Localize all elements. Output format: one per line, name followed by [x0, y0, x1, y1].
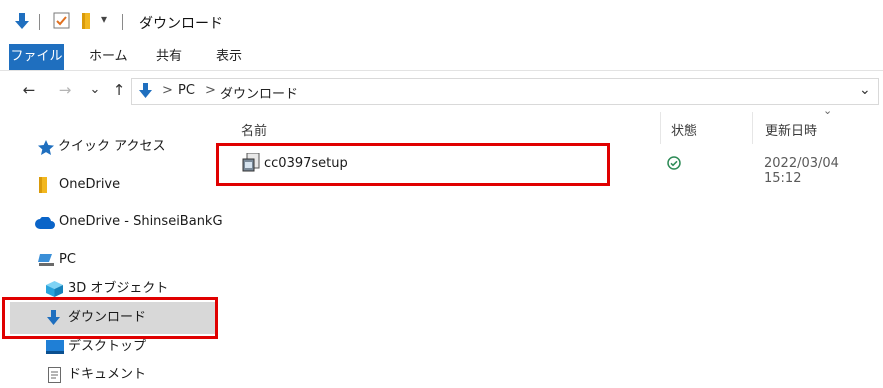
column-header-name[interactable]: 名前: [241, 120, 267, 139]
title-separator: [122, 14, 123, 30]
sidebar-item-label: OneDrive: [59, 177, 121, 192]
status-ok-icon: [667, 156, 681, 170]
breadcrumb-downloads[interactable]: ダウンロード: [220, 83, 298, 102]
properties-check-icon[interactable]: [53, 12, 70, 29]
column-header-status[interactable]: 状態: [671, 120, 697, 139]
column-divider[interactable]: [752, 112, 753, 144]
star-icon: [38, 140, 54, 155]
tab-view[interactable]: 表示: [216, 44, 242, 70]
document-icon: [48, 367, 61, 383]
download-arrow-icon[interactable]: [14, 12, 30, 30]
tab-file[interactable]: ファイル: [9, 44, 64, 70]
sidebar-item-label: クイック アクセス: [58, 139, 166, 154]
tab-share[interactable]: 共有: [156, 44, 182, 70]
up-button[interactable]: ↑: [109, 80, 129, 100]
sidebar-item-onedrive-business[interactable]: OneDrive - ShinseiBankG: [35, 209, 223, 235]
desktop-icon: [46, 340, 64, 354]
sidebar-item-onedrive[interactable]: OneDrive: [38, 172, 120, 198]
tab-home[interactable]: ホーム: [89, 44, 128, 70]
new-folder-icon[interactable]: [79, 12, 93, 30]
sidebar-item-documents[interactable]: ドキュメント: [46, 362, 146, 388]
pc-icon: [38, 253, 56, 267]
breadcrumb-separator: >: [162, 83, 173, 98]
forward-button[interactable]: →: [55, 80, 75, 100]
sidebar-item-pc[interactable]: PC: [38, 247, 76, 273]
folder-icon: [38, 177, 48, 193]
column-divider[interactable]: [660, 112, 661, 144]
breadcrumb-pc[interactable]: PC: [178, 83, 195, 98]
recent-locations-button[interactable]: ⌄: [85, 80, 105, 100]
sidebar-item-label: OneDrive - ShinseiBankG: [59, 214, 223, 229]
window-title: ダウンロード: [139, 16, 223, 32]
quick-access-dropdown-icon[interactable]: ▾: [101, 12, 107, 26]
sidebar-item-label: ドキュメント: [68, 367, 147, 382]
quick-access-separator: [39, 14, 40, 30]
cube-icon: [46, 281, 63, 297]
ribbon: [0, 44, 883, 71]
file-highlight-box: [216, 143, 610, 186]
breadcrumb-separator: >: [205, 83, 216, 98]
back-button[interactable]: ←: [19, 80, 39, 100]
cloud-icon: [35, 217, 55, 229]
sidebar-highlight-box: [2, 297, 218, 339]
sort-chevron-icon: ⌄: [823, 104, 833, 117]
sidebar-item-label: デスクトップ: [68, 339, 147, 354]
file-modified: 2022/03/04 15:12: [764, 156, 839, 186]
title-bar: [0, 0, 883, 44]
column-header-modified[interactable]: 更新日時: [765, 120, 817, 139]
download-location-icon: [138, 83, 153, 99]
address-dropdown-icon[interactable]: ⌄: [859, 82, 871, 98]
sidebar-item-label: PC: [59, 252, 76, 267]
sidebar-item-quick-access[interactable]: クイック アクセス: [38, 134, 165, 160]
sidebar-item-label: 3D オブジェクト: [68, 281, 169, 296]
